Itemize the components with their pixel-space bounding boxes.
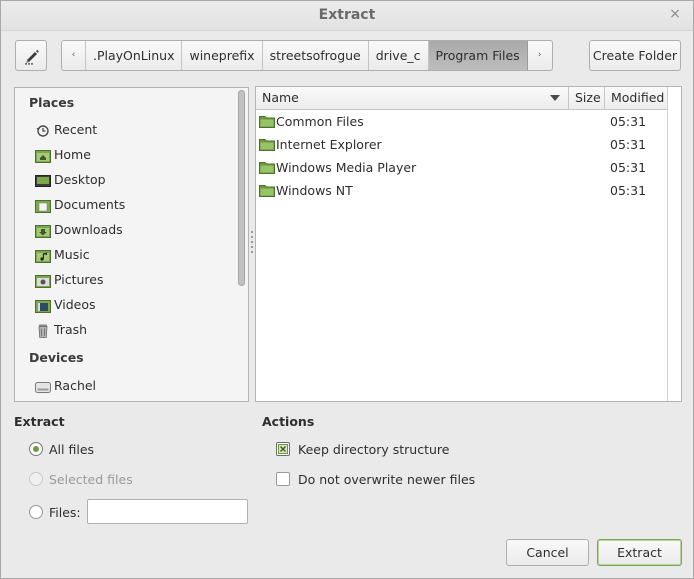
file-name: Windows Media Player	[276, 160, 417, 175]
places-sidebar: Places Recent Home Desktop Documents Dow…	[14, 87, 249, 402]
sidebar-scrollbar[interactable]	[237, 88, 247, 400]
sidebar-item-label: Music	[54, 247, 90, 262]
sidebar-item-downloads[interactable]: Downloads	[35, 219, 235, 241]
sidebar-item-music[interactable]: Music	[35, 244, 235, 266]
sidebar-item-videos[interactable]: Videos	[35, 294, 235, 316]
devices-heading: Devices	[29, 350, 84, 365]
file-modified: 05:31	[610, 183, 647, 198]
file-modified: 05:31	[610, 160, 647, 175]
close-icon[interactable]: ×	[667, 6, 683, 22]
file-name: Common Files	[276, 114, 364, 129]
column-header-label: Size	[575, 90, 601, 105]
cancel-button[interactable]: Cancel	[506, 539, 589, 566]
column-header-size[interactable]: Size	[569, 87, 605, 110]
sidebar-item-label: Home	[54, 147, 91, 162]
home-folder-icon	[35, 148, 51, 163]
pencil-icon	[25, 49, 39, 65]
file-name: Windows NT	[276, 183, 353, 198]
videos-folder-icon	[35, 298, 51, 313]
file-name: Internet Explorer	[276, 137, 382, 152]
places-heading: Places	[29, 95, 75, 110]
sort-descending-icon	[550, 95, 560, 101]
table-row[interactable]: Common Files 05:31	[256, 110, 668, 133]
no-overwrite-checkbox[interactable]: Do not overwrite newer files	[276, 470, 475, 488]
desktop-icon	[35, 173, 51, 187]
no-overwrite-label: Do not overwrite newer files	[298, 471, 476, 487]
sidebar-item-rachel[interactable]: Rachel	[35, 375, 235, 397]
sidebar-item-label: Downloads	[54, 222, 123, 237]
sidebar-item-label: Desktop	[54, 172, 106, 187]
breadcrumb-item[interactable]: wineprefix	[182, 41, 263, 70]
pane-resize-handle[interactable]	[250, 231, 254, 257]
checkbox-unchecked[interactable]	[276, 472, 290, 486]
checkbox-checked[interactable]	[276, 442, 290, 456]
breadcrumb-item-active[interactable]: Program Files	[428, 41, 528, 70]
sidebar-item-label: Recent	[54, 122, 98, 137]
file-modified: 05:31	[610, 114, 647, 129]
file-list: Name Size Modified Common Files 05:31 In…	[255, 86, 682, 402]
window-title: Extract	[318, 7, 376, 23]
breadcrumb: ‹ .PlayOnLinux wineprefix streetsofrogue…	[61, 40, 553, 71]
table-row[interactable]: Windows Media Player 05:31	[256, 156, 668, 179]
sidebar-item-label: Videos	[54, 297, 96, 312]
extract-dialog: Extract × ‹ .PlayOnLinux wineprefix stre…	[0, 0, 694, 579]
sidebar-item-label: Documents	[54, 197, 126, 212]
edit-location-button[interactable]	[15, 40, 47, 71]
breadcrumb-item[interactable]: .PlayOnLinux	[86, 41, 183, 70]
sidebar-item-home[interactable]: Home	[35, 144, 235, 166]
folder-icon	[259, 185, 275, 197]
selected-files-label: Selected files	[49, 471, 133, 487]
column-header-label: Name	[262, 90, 299, 105]
title-bar: Extract ×	[1, 1, 693, 31]
drive-icon	[35, 379, 51, 393]
sidebar-scrollbar-thumb[interactable]	[238, 90, 245, 286]
create-folder-button[interactable]: Create Folder	[589, 40, 681, 71]
keep-structure-label: Keep directory structure	[298, 441, 450, 457]
breadcrumb-item[interactable]: streetsofrogue	[263, 41, 369, 70]
column-header-label: Modified	[611, 90, 665, 105]
sidebar-item-desktop[interactable]: Desktop	[35, 169, 235, 191]
checkmark-icon	[278, 444, 288, 454]
sidebar-item-trash[interactable]: Trash	[35, 319, 235, 341]
breadcrumb-scroll-right[interactable]: ›	[528, 41, 552, 70]
column-header-name[interactable]: Name	[256, 87, 569, 110]
sidebar-item-label: Trash	[54, 322, 88, 337]
sidebar-item-documents[interactable]: Documents	[35, 194, 235, 216]
downloads-folder-icon	[35, 223, 51, 238]
all-files-label: All files	[49, 441, 95, 457]
files-pattern-radio[interactable]: Files:	[29, 503, 81, 521]
recent-icon	[35, 123, 51, 137]
column-header-modified[interactable]: Modified	[605, 87, 669, 110]
file-list-scrollbar[interactable]	[667, 87, 681, 401]
radio-disabled	[29, 472, 43, 486]
files-label: Files:	[49, 504, 81, 520]
sidebar-item-recent[interactable]: Recent	[35, 119, 235, 141]
sidebar-item-label: Rachel	[54, 378, 97, 393]
breadcrumb-scroll-left[interactable]: ‹	[62, 41, 86, 70]
radio-unselected[interactable]	[29, 505, 43, 519]
music-folder-icon	[35, 248, 51, 263]
folder-icon	[259, 162, 275, 174]
actions-heading: Actions	[262, 414, 315, 429]
files-pattern-input[interactable]	[87, 499, 248, 524]
selected-files-radio: Selected files	[29, 470, 133, 488]
sidebar-item-pictures[interactable]: Pictures	[35, 269, 235, 291]
keep-directory-structure-checkbox[interactable]: Keep directory structure	[276, 440, 449, 458]
table-row[interactable]: Internet Explorer 05:31	[256, 133, 668, 156]
breadcrumb-item[interactable]: drive_c	[369, 41, 429, 70]
table-row[interactable]: Windows NT 05:31	[256, 179, 668, 202]
trash-icon	[35, 323, 51, 338]
all-files-radio[interactable]: All files	[29, 440, 94, 458]
pictures-folder-icon	[35, 273, 51, 288]
documents-folder-icon	[35, 198, 51, 213]
file-modified: 05:31	[610, 137, 647, 152]
extract-options-heading: Extract	[14, 414, 65, 429]
folder-icon	[259, 139, 275, 151]
sidebar-item-label: Pictures	[54, 272, 104, 287]
radio-selected[interactable]	[29, 442, 43, 456]
extract-button[interactable]: Extract	[597, 539, 682, 566]
folder-icon	[259, 116, 275, 128]
